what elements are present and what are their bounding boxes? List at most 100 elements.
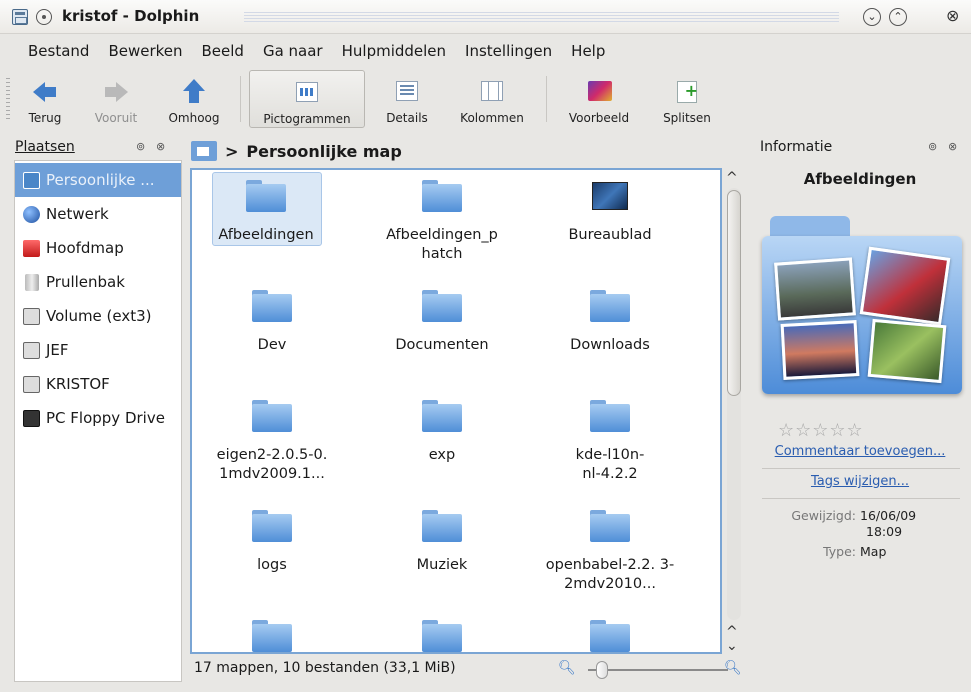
breadcrumb-current[interactable]: Persoonlijke map <box>246 142 401 161</box>
file-label: exp <box>428 447 456 463</box>
file-label: eigen2-2.0.5-0. 1mdv2009.1... <box>216 447 328 482</box>
zoom-out-icon[interactable]: 🔍︎ <box>558 660 576 676</box>
info-float-button[interactable]: ⊚ <box>928 140 937 153</box>
file-view[interactable]: Afbeeldingen Afbeeldingen_p hatch Bureau… <box>190 168 722 654</box>
menu-bestand[interactable]: Bestand <box>28 42 89 60</box>
zoom-slider[interactable]: 🔍︎ 🔍︎ <box>558 660 743 680</box>
zoom-in-icon[interactable]: 🔍︎ <box>724 660 742 676</box>
folder-item[interactable]: Afbeeldingen <box>192 170 346 246</box>
root-folder-icon <box>23 239 40 257</box>
file-label: Afbeeldingen <box>218 227 314 243</box>
menu-help[interactable]: Help <box>571 42 605 60</box>
columns-view-icon <box>478 78 506 106</box>
place-floppy[interactable]: PC Floppy Drive <box>15 401 181 435</box>
breadcrumb-home-icon[interactable] <box>191 141 217 161</box>
info-panel: Afbeeldingen ☆☆☆☆☆ Commentaar toevoegen.… <box>756 160 964 682</box>
folder-icon <box>422 400 462 432</box>
preview-icon <box>585 78 613 106</box>
modified-date: 16/06/09 <box>860 508 917 523</box>
menu-bewerken[interactable]: Bewerken <box>108 42 182 60</box>
up-button[interactable]: Omhoog <box>160 70 228 128</box>
info-close-button[interactable]: ⊗ <box>948 140 957 153</box>
rating-stars[interactable]: ☆☆☆☆☆ <box>778 420 864 441</box>
place-label: Netwerk <box>46 205 109 223</box>
zoom-handle[interactable] <box>596 661 608 679</box>
on-all-desktops-icon[interactable] <box>36 9 52 25</box>
scroll-up-button[interactable]: ^ <box>726 170 738 186</box>
forward-button[interactable]: Vooruit <box>88 70 144 128</box>
folder-icon <box>422 180 462 212</box>
preview-button[interactable]: Voorbeeld <box>556 70 642 128</box>
minimize-button[interactable]: ⌄ <box>863 8 881 26</box>
maximize-button[interactable]: ⌃ <box>889 8 907 26</box>
folder-item[interactable]: Downloads <box>530 280 690 355</box>
folder-icon <box>590 290 630 322</box>
change-tags-link[interactable]: Tags wijzigen... <box>756 474 964 489</box>
place-kristof[interactable]: KRISTOF <box>15 367 181 401</box>
places-float-button[interactable]: ⊚ <box>136 140 145 153</box>
folder-icon <box>422 510 462 542</box>
folder-item[interactable]: kde-l10n- nl-4.2.2 <box>530 390 690 484</box>
forward-label: Vooruit <box>94 111 138 125</box>
trash-icon <box>25 273 39 291</box>
place-label: JEF <box>46 341 69 359</box>
split-button[interactable]: Splitsen <box>651 70 723 128</box>
dolphin-app-icon[interactable] <box>12 9 28 25</box>
folder-icon <box>252 290 292 322</box>
folder-item[interactable]: eigen2-2.0.5-0. 1mdv2009.1... <box>192 390 352 484</box>
menu-instellingen[interactable]: Instellingen <box>465 42 552 60</box>
details-view-button[interactable]: Details <box>374 70 440 128</box>
folder-item[interactable]: openbabel-2.2. 3-2mdv2010... <box>530 500 690 594</box>
toolbar-separator <box>240 76 241 122</box>
folder-icon <box>590 510 630 542</box>
place-root[interactable]: Hoofdmap <box>15 231 181 265</box>
folder-item[interactable] <box>362 610 522 652</box>
modified-time: 18:09 <box>866 524 903 539</box>
type-label: Type: <box>823 544 856 559</box>
folder-item[interactable]: Muziek <box>362 500 522 575</box>
folder-item[interactable] <box>530 610 690 652</box>
status-text: 17 mappen, 10 bestanden (33,1 MiB) <box>194 660 456 676</box>
folder-icon <box>422 620 462 652</box>
place-label: KRISTOF <box>46 375 110 393</box>
icons-view-icon <box>293 79 321 107</box>
folder-item[interactable]: exp <box>362 390 522 465</box>
icons-view-label: Pictogrammen <box>263 112 351 126</box>
place-label: Hoofdmap <box>46 239 124 257</box>
place-jef[interactable]: JEF <box>15 333 181 367</box>
menu-hulpmiddelen[interactable]: Hulpmiddelen <box>342 42 446 60</box>
places-close-button[interactable]: ⊗ <box>156 140 165 153</box>
toolbar-grip[interactable] <box>6 78 10 122</box>
file-label: Bureaublad <box>568 227 652 243</box>
preview-label: Voorbeeld <box>568 111 630 125</box>
title-bar[interactable]: kristof - Dolphin ⌄ ⌃ ⊗ <box>0 0 971 34</box>
type-value: Map <box>860 544 887 559</box>
place-home[interactable]: Persoonlijke ... <box>15 163 181 197</box>
drive-icon <box>23 307 40 325</box>
scrollbar-thumb[interactable] <box>727 190 741 396</box>
folder-item[interactable] <box>192 610 352 652</box>
folder-icon <box>246 180 286 212</box>
folder-item[interactable]: Afbeeldingen_p hatch <box>362 170 522 264</box>
drive-icon <box>23 341 40 359</box>
scroll-down-button[interactable]: ⌄ <box>726 638 738 654</box>
folder-item[interactable]: Documenten <box>362 280 522 355</box>
place-trash[interactable]: Prullenbak <box>15 265 181 299</box>
folder-item[interactable]: Dev <box>192 280 352 355</box>
icons-view-button[interactable]: Pictogrammen <box>249 70 365 128</box>
menu-ga-naar[interactable]: Ga naar <box>263 42 323 60</box>
zoom-track[interactable] <box>588 669 728 671</box>
info-separator <box>762 468 960 469</box>
add-comment-link[interactable]: Commentaar toevoegen... <box>756 444 964 459</box>
forward-arrow-icon <box>102 78 130 106</box>
place-network[interactable]: Netwerk <box>15 197 181 231</box>
menu-beeld[interactable]: Beeld <box>202 42 244 60</box>
columns-view-button[interactable]: Kolommen <box>449 70 535 128</box>
title-bar-decoration <box>244 12 839 22</box>
folder-item[interactable]: logs <box>192 500 352 575</box>
place-volume-ext3[interactable]: Volume (ext3) <box>15 299 181 333</box>
up-label: Omhoog <box>168 111 220 125</box>
close-window-button[interactable]: ⊗ <box>946 6 959 25</box>
desktop-folder-item[interactable]: Bureaublad <box>530 170 690 245</box>
back-button[interactable]: Terug <box>20 70 70 128</box>
